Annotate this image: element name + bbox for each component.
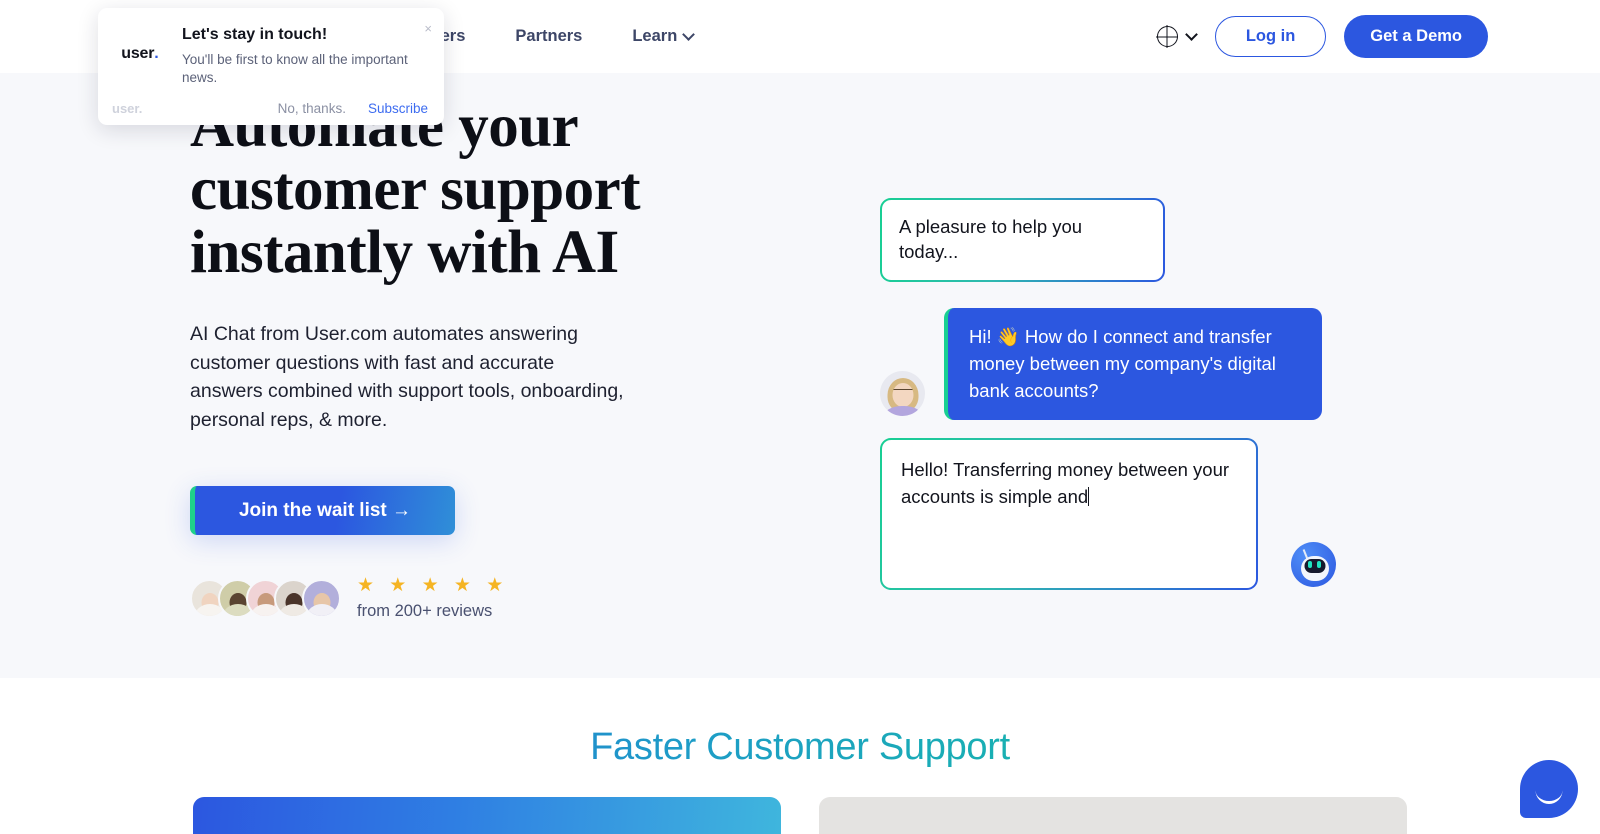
nav-item-learn-label: Learn (632, 27, 678, 45)
features-section: Faster Customer Support (0, 678, 1600, 834)
popup-footer: user. No, thanks. Subscribe (98, 91, 444, 125)
nav-item-partners[interactable]: Partners (515, 27, 582, 46)
close-icon[interactable]: × (424, 22, 432, 35)
cta-wrapper: Join the wait list → (190, 486, 750, 536)
hero-section: Automate your customer support instantly… (0, 73, 1600, 678)
hero-subtitle: AI Chat from User.com automates answerin… (190, 323, 624, 431)
section-title: Faster Customer Support (0, 726, 1600, 769)
chevron-down-icon (1187, 30, 1197, 40)
chat-bubble-bot-greeting: A pleasure to help you today... (880, 198, 1165, 282)
chat-bubble-bot-typing-text: Hello! Transferring money between your a… (901, 459, 1230, 507)
popup-body: Let's stay in touch! You'll be first to … (182, 26, 424, 87)
feature-card-gray[interactable] (819, 797, 1407, 834)
globe-icon (1156, 26, 1178, 47)
chat-bubble-bot-typing-inner: Hello! Transferring money between your a… (882, 440, 1256, 589)
popup-description: You'll be first to know all the importan… (182, 52, 408, 85)
popup-logo-dot: . (154, 45, 159, 62)
text-caret (1088, 486, 1090, 506)
feature-card-gradient[interactable] (193, 797, 781, 834)
user-avatar (880, 371, 925, 417)
feature-cards (0, 797, 1600, 834)
nav-item-learn[interactable]: Learn (632, 27, 694, 46)
nav-item-partners-label: Partners (515, 27, 583, 45)
social-proof: ★ ★ ★ ★ ★ from 200+ reviews (190, 576, 750, 621)
popup-actions: No, thanks. Subscribe (278, 101, 428, 116)
page-root: user . Solutions Customers Partners Lear… (0, 0, 1600, 834)
bot-avatar (1291, 542, 1336, 588)
newsletter-popup: × user. Let's stay in touch! You'll be f… (98, 8, 444, 125)
chat-bubble-user-question: Hi! 👋 How do I connect and transfer mone… (944, 307, 1322, 421)
decline-button[interactable]: No, thanks. (278, 101, 346, 116)
hero-content: Automate your customer support instantly… (190, 95, 750, 621)
bot-eye-left-icon (1308, 561, 1313, 569)
chat-smile-icon (1535, 790, 1563, 805)
popup-title: Let's stay in touch! (182, 26, 328, 43)
review-count-label: from 200+ reviews (357, 602, 493, 621)
subscribe-button[interactable]: Subscribe (368, 101, 428, 116)
popup-logo-text: user (121, 45, 155, 62)
chat-widget-button[interactable] (1520, 760, 1578, 818)
popup-footer-brand: user. (112, 100, 143, 116)
reviewer-avatars (190, 579, 341, 619)
chat-bubble-bot-greeting-text: A pleasure to help you today... (882, 200, 1163, 280)
nav-actions: Log in Get a Demo (1156, 15, 1488, 58)
chevron-down-icon (684, 30, 694, 40)
avatar (302, 579, 341, 619)
popup-top: user. Let's stay in touch! You'll be fir… (98, 8, 444, 87)
chat-bubble-bot-typing: Hello! Transferring money between your a… (880, 438, 1336, 591)
login-button[interactable]: Log in (1214, 16, 1327, 57)
join-wait-list-button[interactable]: Join the wait list → (190, 486, 455, 536)
chat-mockup: A pleasure to help you today... Hi! 👋 Ho… (880, 198, 1350, 591)
chat-row-user: Hi! 👋 How do I connect and transfer mone… (880, 307, 1350, 421)
popup-logo: user. (98, 26, 182, 87)
star-rating-icon: ★ ★ ★ ★ ★ (357, 575, 509, 597)
get-demo-button[interactable]: Get a Demo (1344, 15, 1488, 58)
rating-block: ★ ★ ★ ★ ★ from 200+ reviews (357, 576, 508, 621)
language-selector[interactable] (1156, 26, 1197, 47)
bot-eye-right-icon (1316, 561, 1321, 569)
